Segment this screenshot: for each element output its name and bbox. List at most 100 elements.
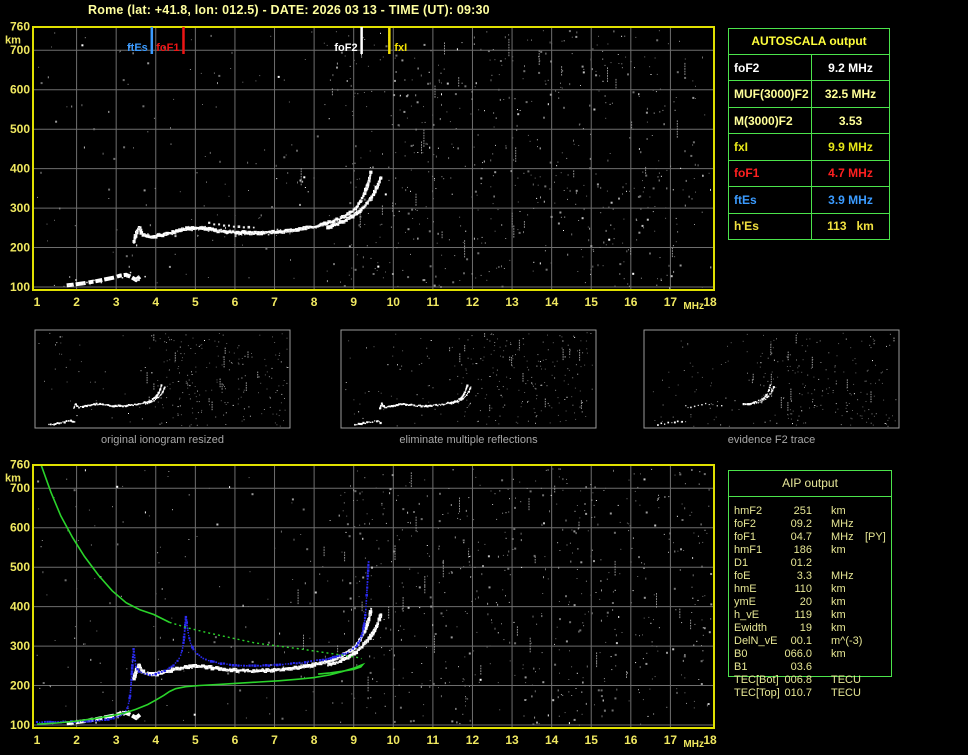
x-tick-label: 3 [113, 733, 120, 747]
parameter-label: MUF(3000)F2 [729, 81, 812, 107]
y-tick-label: 100 [10, 718, 30, 732]
thumbnail-caption-1: original ionogram resized [101, 434, 224, 446]
x-tick-label: 6 [232, 295, 239, 309]
processing-thumbnail-3 [643, 329, 900, 429]
parameter-label: foF1 [734, 531, 757, 543]
aip-table-row: TEC[Bot] 006.8 TECU [729, 674, 893, 687]
parameter-value: 4.7 MHz [828, 166, 873, 181]
parameter-value: 3.53 [838, 113, 863, 128]
autoscala-table-row: foF1 4.7 MHz [729, 160, 889, 188]
aip-table-row: hmF2 251 km [729, 505, 893, 518]
profile-topside-dotted [169, 621, 362, 660]
x-tick-label: 16 [624, 733, 638, 747]
y-tick-label: 500 [10, 122, 30, 136]
parameter-value: 3.9 MHz [828, 192, 873, 207]
parameter-value: 119 [794, 609, 812, 621]
x-tick-label: 8 [311, 733, 318, 747]
processing-thumbnail-2 [340, 329, 597, 429]
autoscala-table-row: foF2 9.2 MHz [729, 55, 889, 82]
parameter-unit: MHz [831, 518, 854, 530]
x-tick-label: 14 [545, 733, 559, 747]
x-tick-label: 1 [34, 733, 41, 747]
parameter-label: foF2 [734, 518, 757, 530]
parameter-flag: [PY] [865, 531, 886, 543]
x-tick-label: 2 [73, 295, 80, 309]
parameter-unit: km [831, 596, 846, 608]
aip-table-row: TEC[Top] 010.7 TECU [729, 687, 893, 700]
x-tick-label: 4 [152, 295, 159, 309]
x-tick-label: 17 [664, 295, 678, 309]
aip-table-row: DelN_vE 00.1 m^(-3) [729, 635, 893, 648]
parameter-unit: km [831, 648, 846, 660]
parameter-label: M(3000)F2 [729, 107, 812, 134]
x-tick-label: 13 [505, 295, 519, 309]
y-tick-label: 300 [10, 201, 30, 215]
restored-trace-blue [35, 561, 370, 724]
marker-label-foF1: foF1 [156, 42, 179, 54]
y-tick-label: 200 [10, 679, 30, 693]
parameter-value: 20 [799, 596, 812, 608]
marker-label-ftEs: ftEs [127, 42, 148, 54]
marker-label-fxI: fxI [394, 42, 407, 54]
parameter-unit: MHz [831, 570, 854, 582]
x-tick-label: 10 [387, 295, 401, 309]
x-tick-label: 18 [703, 733, 717, 747]
x-tick-label: 4 [152, 733, 159, 747]
noise-speckles [36, 468, 713, 726]
y-tick-label: 600 [10, 83, 30, 97]
trace-layer [66, 170, 383, 288]
parameter-label: foF2 [729, 55, 812, 81]
x-tick-label: 14 [545, 295, 559, 309]
parameter-value: 03.6 [790, 661, 812, 673]
thumbnail-caption-3: evidence F2 trace [727, 434, 816, 446]
aip-table-row: foE 3.3 MHz [729, 570, 893, 583]
aip-table-row: B0 066.0 km [729, 648, 893, 661]
parameter-unit: km [831, 609, 846, 621]
y-axis-unit: km [5, 35, 21, 47]
parameter-value: 19 [799, 622, 812, 634]
parameter-value: 066.0 [784, 648, 812, 660]
y-tick-label: 600 [10, 521, 30, 535]
parameter-value: 006.8 [784, 674, 812, 686]
x-tick-label: 18 [703, 295, 717, 309]
x-tick-label: 9 [350, 295, 357, 309]
thumbnail-caption-2: eliminate multiple reflections [399, 434, 538, 446]
x-tick-label: 2 [73, 733, 80, 747]
parameter-unit: km [831, 583, 846, 595]
y-tick-label: 100 [10, 280, 30, 294]
parameter-label: ftEs [729, 187, 812, 213]
aip-table-row: Ewidth 19 km [729, 622, 893, 635]
x-tick-label: 12 [466, 295, 480, 309]
thumbnail-border [340, 329, 597, 429]
top-ionogram-plot: 760700600500400300200100km1 2 3 4 5 6 7 8 9 10 11 1… [5, 20, 717, 312]
y-tick-label: 400 [10, 162, 30, 176]
x-tick-label: 15 [585, 295, 599, 309]
processing-thumbnail-1 [34, 329, 291, 429]
parameter-value: 00.1 [790, 635, 812, 647]
x-tick-label: 16 [624, 295, 638, 309]
parameter-value: 04.7 [790, 531, 812, 543]
x-tick-label: 9 [350, 733, 357, 747]
parameter-label: B0 [734, 648, 748, 660]
parameter-label: foE [734, 570, 751, 582]
y-axis-unit: km [5, 473, 21, 485]
x-tick-label: 5 [192, 295, 199, 309]
thumbnail-border [34, 329, 291, 429]
autoscala-table-title: AUTOSCALA output [729, 29, 889, 55]
aip-table-row: foF1 04.7 MHz [PY] [729, 531, 893, 544]
x-tick-label: 1 [34, 295, 41, 309]
parameter-value: 01.2 [790, 557, 812, 569]
parameter-value: 9.9 MHz [828, 139, 873, 154]
F-upper-sparse-echo [208, 221, 255, 229]
x-tick-label: 5 [192, 733, 199, 747]
autoscala-table-row: ftEs 3.9 MHz [729, 187, 889, 214]
marker-label-foF2: foF2 [334, 42, 357, 54]
parameter-label: hmE [734, 583, 757, 595]
x-tick-label: 15 [585, 733, 599, 747]
x-tick-label: 17 [664, 733, 678, 747]
parameter-unit: m^(-3) [831, 635, 863, 647]
y-tick-label: 400 [10, 600, 30, 614]
parameter-label: D1 [734, 557, 749, 569]
autoscala-table-row: M(3000)F2 3.53 [729, 107, 889, 135]
autoscala-ionogram-screen: { "title": "Rome (lat: +41.8, lon: 012.5… [0, 0, 968, 755]
